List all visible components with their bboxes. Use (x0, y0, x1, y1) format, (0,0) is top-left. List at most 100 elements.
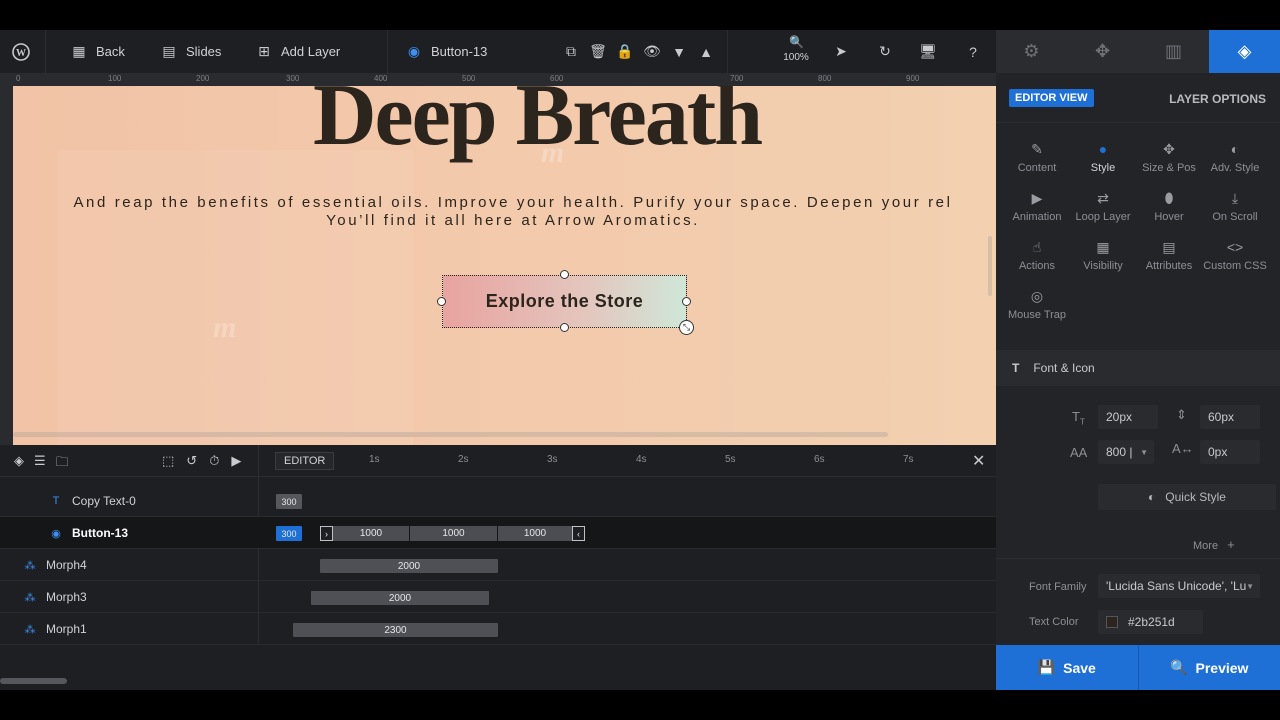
explore-store-button-layer[interactable]: Explore the Store (442, 275, 687, 328)
option-attributes[interactable]: ▤ Attributes (1136, 239, 1202, 272)
save-button[interactable]: 💾 Save (996, 645, 1138, 690)
ruler-label: 800 (818, 74, 832, 83)
current-layer-selector[interactable]: ◉ Button-13 (405, 30, 487, 73)
delete-icon[interactable]: 🗑 (589, 43, 607, 61)
eye-icon[interactable]: 👁 (643, 43, 661, 61)
duration-bar[interactable]: 2300 (293, 623, 498, 637)
resize-handle-right[interactable] (682, 297, 691, 306)
timeline-row-selected[interactable]: ◉ Button-13 300 › 1000 1000 1000 ‹ (0, 517, 996, 549)
timeline-row[interactable]: T Copy Text-0 300 (0, 485, 996, 517)
resize-handle-top[interactable] (560, 270, 569, 279)
more-button[interactable]: More + (1193, 537, 1235, 552)
frame-segment[interactable]: 1000 (498, 526, 572, 541)
font-weight-select[interactable]: 800 | ▼ (1098, 440, 1154, 464)
option-on-scroll[interactable]: ⤓ On Scroll (1202, 190, 1268, 223)
preview-label: Preview (1195, 659, 1249, 676)
option-content[interactable]: ✎ Content (1004, 141, 1070, 174)
undo-button[interactable]: ↻ (876, 30, 894, 73)
text-color-picker[interactable]: #2b251d (1098, 610, 1203, 634)
list-icon[interactable]: ☰ (34, 453, 46, 475)
play-icon[interactable]: ▶ (231, 453, 241, 469)
toolbar-divider (387, 30, 388, 73)
option-style[interactable]: ● Style (1070, 141, 1136, 174)
stopwatch-icon[interactable]: ⏱ (209, 453, 219, 469)
horizontal-scrollbar[interactable] (13, 432, 888, 437)
add-layer-button[interactable]: ⊞ Add Layer (255, 30, 340, 73)
wordpress-icon: W (12, 42, 30, 61)
tab-settings[interactable]: ⚙ (996, 30, 1067, 73)
editor-view-tab[interactable]: EDITOR VIEW (1009, 89, 1094, 107)
side-tabs: ⚙ ✥ ▥ ◈ (996, 30, 1280, 73)
editor-tag[interactable]: EDITOR (275, 452, 335, 470)
font-family-value: 'Lucida Sans Unicode', 'Lu (1106, 579, 1247, 593)
close-icon[interactable]: ✕ (972, 451, 985, 471)
zoom-control[interactable]: 🔍 100% (780, 36, 812, 63)
timeline-scrollbar[interactable] (0, 678, 67, 684)
layer-radio-icon: ◉ (407, 43, 421, 59)
quick-style-button[interactable]: ◐ Quick Style (1098, 484, 1276, 510)
tab-layers[interactable]: ◈ (1209, 30, 1280, 73)
device-button[interactable]: 🖥 (919, 30, 937, 73)
frame-segment[interactable]: 1000 (333, 526, 409, 541)
wordpress-button[interactable]: W (12, 30, 30, 73)
chevron-up-icon[interactable]: ▲ (697, 43, 715, 61)
option-loop-layer[interactable]: ⇄ Loop Layer (1070, 190, 1136, 223)
duplicate-icon[interactable]: ⧉ (562, 43, 580, 61)
morph-icon: ⁂ (24, 559, 36, 572)
gear-icon: ⚙ (1023, 41, 1040, 61)
headline-layer[interactable]: Deep Breath (313, 86, 763, 165)
timeline-panel: ◈ ☰ 🗀 ⬚ ↺ ⏱ ▶ EDITOR 1s 2s 3s 4s 5s 6s 7… (0, 445, 996, 690)
slide-canvas[interactable]: m m Deep Breath And reap the benefits of… (13, 86, 996, 445)
loop-icon[interactable]: ↺ (186, 453, 197, 469)
timeline-row[interactable]: ⁂ Morph4 2000 (0, 549, 996, 581)
duration-bar[interactable]: 2000 (311, 591, 489, 605)
option-actions[interactable]: ☝ Actions (1004, 239, 1070, 272)
line-height-input[interactable]: 60px (1200, 405, 1260, 429)
select-tool-button[interactable]: ➤ (832, 30, 850, 73)
frame-end-handle[interactable]: ‹ (572, 526, 585, 541)
slides-button[interactable]: ▤ Slides (160, 30, 221, 73)
tab-media[interactable]: ▥ (1138, 30, 1209, 73)
start-time[interactable]: 300 (276, 526, 302, 541)
letter-spacing-input[interactable]: 0px (1200, 440, 1260, 464)
option-size-pos[interactable]: ✥ Size & Pos (1136, 141, 1202, 174)
vertical-scrollbar[interactable] (988, 236, 992, 296)
scale-handle-icon[interactable]: ⤡ (679, 320, 694, 335)
option-hover[interactable]: ⬮ Hover (1136, 190, 1202, 223)
help-button[interactable]: ? (964, 30, 982, 73)
ruler-label: 300 (286, 74, 300, 83)
frame-start-handle[interactable]: › (320, 526, 333, 541)
quick-style-label: Quick Style (1165, 490, 1226, 504)
lock-icon[interactable]: 🔒 (616, 43, 634, 61)
font-icon-section[interactable]: T Font & Icon (996, 350, 1280, 386)
font-size-icon: TT (1072, 409, 1085, 427)
resize-handle-bottom[interactable] (560, 323, 569, 332)
time-label: 3s (547, 454, 558, 465)
selection-icon[interactable]: ⬚ (162, 453, 174, 469)
option-adv-style[interactable]: ◐ Adv. Style (1202, 141, 1268, 174)
tab-modules[interactable]: ✥ (1067, 30, 1138, 73)
font-family-select[interactable]: 'Lucida Sans Unicode', 'Lu ▼ (1098, 574, 1260, 598)
duration-bar[interactable]: 2000 (320, 559, 498, 573)
back-button[interactable]: ▦ Back (70, 30, 125, 73)
slides-label: Slides (186, 44, 222, 59)
folder-icon[interactable]: 🗀 (56, 453, 69, 475)
option-mouse-trap[interactable]: ◎ Mouse Trap (1004, 288, 1070, 321)
layers-icon[interactable]: ◈ (14, 453, 24, 475)
layer-options-title[interactable]: LAYER OPTIONS (1169, 92, 1266, 106)
timeline-row[interactable]: ⁂ Morph1 2300 (0, 613, 996, 645)
preview-button[interactable]: 🔍 Preview (1137, 645, 1280, 690)
move-icon: ✥ (1163, 141, 1175, 157)
frame-segment[interactable]: 1000 (410, 526, 497, 541)
chevron-down-icon[interactable]: ▼ (670, 43, 688, 61)
option-visibility[interactable]: ▦ Visibility (1070, 239, 1136, 272)
option-custom-css[interactable]: <> Custom CSS (1202, 239, 1268, 272)
start-time[interactable]: 300 (276, 494, 302, 509)
timeline-row[interactable]: ⁂ Morph3 2000 (0, 581, 996, 613)
option-animation[interactable]: ▶ Animation (1004, 190, 1070, 223)
time-scale[interactable]: 1s 2s 3s 4s 5s 6s 7s (330, 445, 930, 469)
copy-text-layer[interactable]: And reap the benefits of essential oils.… (13, 194, 996, 230)
resize-handle-left[interactable] (437, 297, 446, 306)
text-icon: T (1012, 361, 1020, 375)
font-size-input[interactable]: 20px (1098, 405, 1158, 429)
